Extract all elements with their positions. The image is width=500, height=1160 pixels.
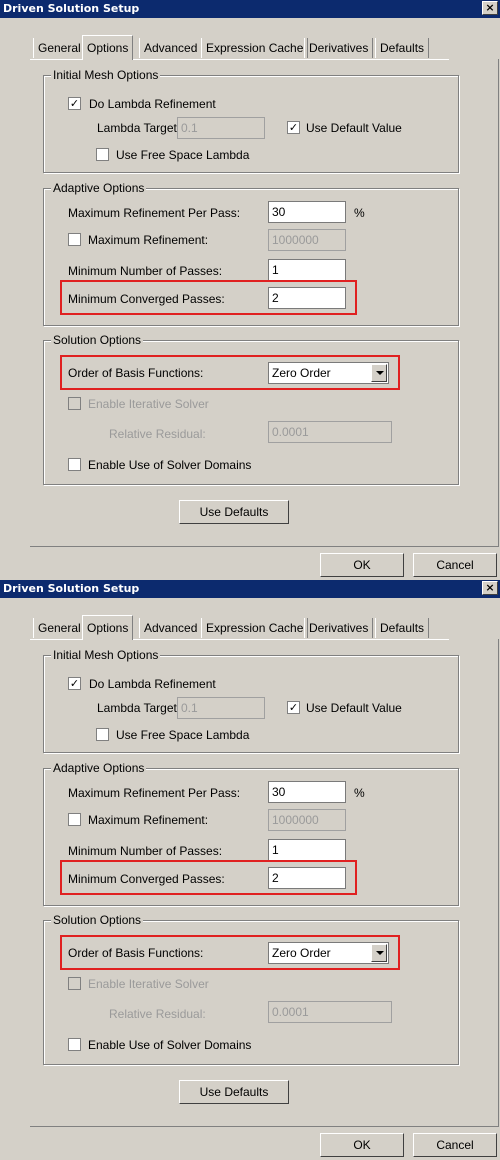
ok-button[interactable]: OK [320,1133,404,1157]
chevron-down-icon[interactable] [371,364,387,382]
min-converged-passes-label: Minimum Converged Passes: [68,872,225,886]
tab-general[interactable]: General [33,38,86,58]
order-of-basis-functions-label: Order of Basis Functions: [68,946,204,960]
min-converged-passes-input[interactable]: 2 [268,287,346,309]
driven-solution-setup-dialog: Driven Solution Setup × General Options … [0,0,500,580]
max-refinement-label: Maximum Refinement: [88,233,209,247]
use-free-space-lambda-checkbox[interactable] [96,148,109,161]
enable-solver-domains-checkbox[interactable] [68,458,81,471]
enable-iterative-solver-label: Enable Iterative Solver [88,977,209,991]
lambda-target-input[interactable]: 0.1 [177,117,265,139]
tab-expression-cache[interactable]: Expression Cache [201,618,309,638]
order-of-basis-functions-select[interactable]: Zero Order [268,942,389,964]
group-title: Initial Mesh Options [51,68,161,82]
do-lambda-refinement-label: Do Lambda Refinement [89,97,216,111]
use-default-value-checkbox[interactable]: ✓ [287,701,300,714]
use-free-space-lambda-label: Use Free Space Lambda [116,148,250,162]
do-lambda-refinement-checkbox[interactable]: ✓ [68,97,81,110]
close-icon[interactable]: × [482,581,498,595]
max-refinement-input[interactable]: 1000000 [268,229,346,251]
do-lambda-refinement-label: Do Lambda Refinement [89,677,216,691]
enable-solver-domains-label: Enable Use of Solver Domains [88,1038,252,1052]
dialog-title: Driven Solution Setup [0,580,500,598]
tab-defaults[interactable]: Defaults [375,38,430,58]
group-title: Solution Options [51,333,144,347]
min-number-of-passes-input[interactable]: 1 [268,259,346,281]
group-title: Initial Mesh Options [51,648,161,662]
relative-residual-label: Relative Residual: [109,1007,206,1021]
dialog-title: Driven Solution Setup [0,0,500,18]
enable-solver-domains-label: Enable Use of Solver Domains [88,458,252,472]
tab-options[interactable]: Options [82,35,134,60]
relative-residual-label: Relative Residual: [109,427,206,441]
group-title: Adaptive Options [51,761,147,775]
min-number-of-passes-input[interactable]: 1 [268,839,346,861]
cancel-button[interactable]: Cancel [413,553,497,577]
do-lambda-refinement-checkbox[interactable]: ✓ [68,677,81,690]
lambda-target-label: Lambda Target: [97,121,181,135]
use-free-space-lambda-checkbox[interactable] [96,728,109,741]
use-defaults-button[interactable]: Use Defaults [179,1080,289,1104]
order-of-basis-functions-select[interactable]: Zero Order [268,362,389,384]
max-refinement-label: Maximum Refinement: [88,813,209,827]
enable-iterative-solver-checkbox [68,397,81,410]
driven-solution-setup-dialog: Driven Solution Setup × General Options … [0,580,500,1160]
use-default-value-label: Use Default Value [306,701,402,715]
tab-expression-cache[interactable]: Expression Cache [201,38,309,58]
group-title: Solution Options [51,913,144,927]
tab-advanced[interactable]: Advanced [139,38,203,58]
min-number-of-passes-label: Minimum Number of Passes: [68,264,223,278]
use-default-value-label: Use Default Value [306,121,402,135]
close-icon[interactable]: × [482,1,498,15]
group-title: Adaptive Options [51,181,147,195]
tab-defaults[interactable]: Defaults [375,618,430,638]
order-of-basis-functions-label: Order of Basis Functions: [68,366,204,380]
use-free-space-lambda-label: Use Free Space Lambda [116,728,250,742]
min-converged-passes-input[interactable]: 2 [268,867,346,889]
relative-residual-input: 0.0001 [268,1001,392,1023]
select-value: Zero Order [272,366,331,380]
max-refinement-checkbox[interactable] [68,233,81,246]
max-refinement-per-pass-label: Maximum Refinement Per Pass: [68,206,241,220]
enable-solver-domains-checkbox[interactable] [68,1038,81,1051]
max-refinement-input[interactable]: 1000000 [268,809,346,831]
percent-unit-label: % [354,206,365,220]
ok-button[interactable]: OK [320,553,404,577]
tab-general[interactable]: General [33,618,86,638]
use-default-value-checkbox[interactable]: ✓ [287,121,300,134]
tab-derivatives[interactable]: Derivatives [304,618,374,638]
min-converged-passes-label: Minimum Converged Passes: [68,292,225,306]
lambda-target-label: Lambda Target: [97,701,181,715]
tab-advanced[interactable]: Advanced [139,618,203,638]
enable-iterative-solver-checkbox [68,977,81,990]
chevron-down-icon[interactable] [371,944,387,962]
max-refinement-per-pass-label: Maximum Refinement Per Pass: [68,786,241,800]
percent-unit-label: % [354,786,365,800]
select-value: Zero Order [272,946,331,960]
lambda-target-input[interactable]: 0.1 [177,697,265,719]
relative-residual-input: 0.0001 [268,421,392,443]
use-defaults-button[interactable]: Use Defaults [179,500,289,524]
tab-options[interactable]: Options [82,615,134,640]
max-refinement-checkbox[interactable] [68,813,81,826]
max-refinement-per-pass-input[interactable]: 30 [268,201,346,223]
min-number-of-passes-label: Minimum Number of Passes: [68,844,223,858]
enable-iterative-solver-label: Enable Iterative Solver [88,397,209,411]
tab-derivatives[interactable]: Derivatives [304,38,374,58]
cancel-button[interactable]: Cancel [413,1133,497,1157]
max-refinement-per-pass-input[interactable]: 30 [268,781,346,803]
